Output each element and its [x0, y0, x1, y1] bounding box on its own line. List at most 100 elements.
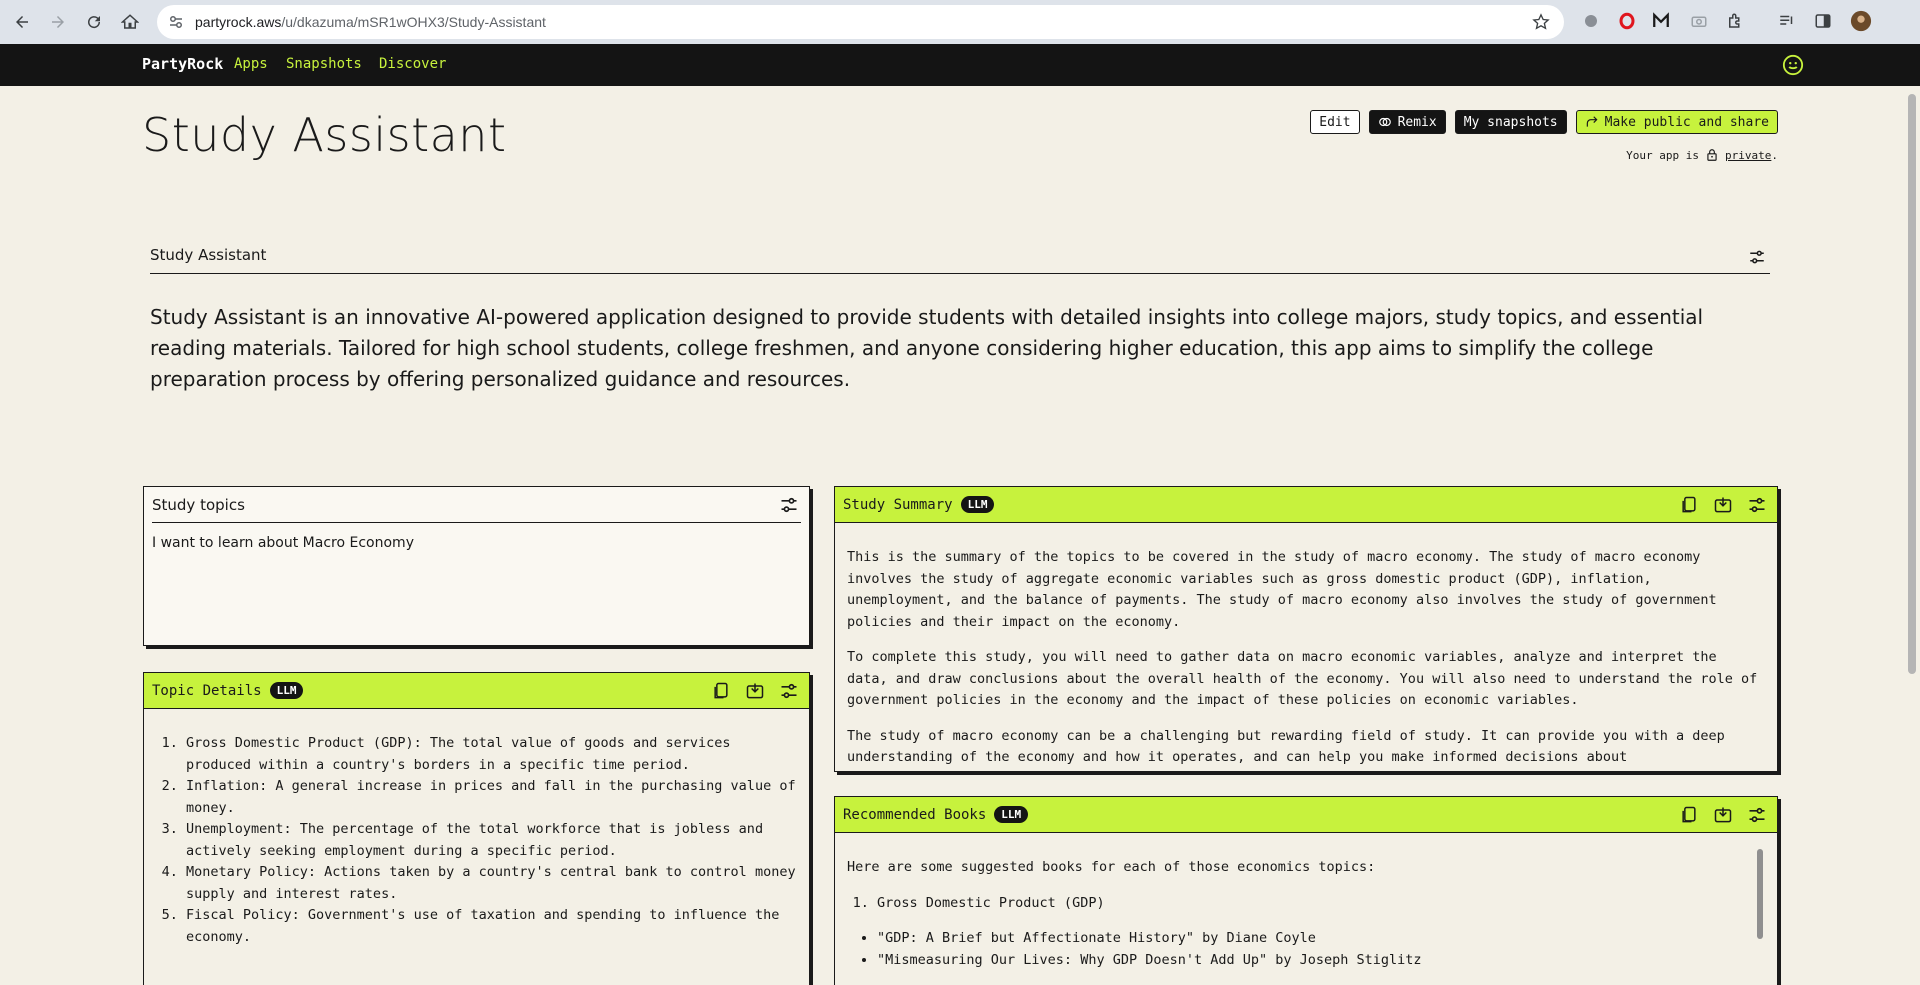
edit-button[interactable]: Edit [1310, 110, 1360, 134]
opera-icon [1619, 12, 1635, 30]
lock-icon [1707, 149, 1717, 161]
books-topic-list: Gross Domestic Product (GDP) [877, 893, 1765, 915]
extension-icon-2[interactable] [1616, 10, 1638, 32]
page-title: Study Assistant [142, 108, 507, 162]
edit-button-label: Edit [1319, 114, 1351, 130]
media-button[interactable] [1776, 10, 1798, 32]
avatar-icon [1850, 10, 1872, 32]
settings-sliders-icon[interactable] [1747, 495, 1767, 515]
books-intro: Here are some suggested books for each o… [847, 859, 1376, 875]
book-item: "GDP: A Brief but Affectionate History" … [877, 928, 1765, 950]
extension-icon-3[interactable] [1650, 10, 1672, 32]
header-divider [152, 522, 801, 523]
widget-scrollbar[interactable] [1757, 849, 1763, 939]
snapshots-button-label: My snapshots [1463, 114, 1558, 130]
summary-paragraph: The study of macro economy can be a chal… [847, 727, 1725, 766]
remix-button-label: Remix [1397, 114, 1437, 130]
remix-button[interactable]: Remix [1368, 110, 1446, 134]
share-arrow-icon [1586, 116, 1598, 127]
topic-list: Gross Domestic Product (GDP): The total … [186, 733, 797, 948]
recommended-books-output: Here are some suggested books for each o… [835, 833, 1777, 983]
reload-button[interactable] [76, 4, 112, 40]
recommended-books-header: Recommended Books LLM [835, 797, 1777, 833]
extension-icon-4[interactable] [1688, 10, 1710, 32]
privacy-suffix: . [1771, 148, 1778, 162]
arrow-left-icon [16, 16, 28, 28]
settings-sliders-icon[interactable] [779, 495, 799, 515]
privacy-prefix: Your app is [1626, 148, 1700, 162]
privacy-link[interactable]: private [1725, 149, 1771, 162]
summary-paragraph: To complete this study, you will need to… [847, 649, 1758, 708]
site-info-icon[interactable] [167, 13, 185, 31]
my-snapshots-button[interactable]: My snapshots [1454, 110, 1567, 134]
list-item: Monetary Policy: Actions taken by a coun… [186, 862, 797, 905]
settings-sliders-icon[interactable] [779, 681, 799, 701]
study-topics-header: Study topics [144, 487, 809, 523]
url-text: partyrock.aws/u/dkazuma/mSR1wOHX3/Study-… [195, 14, 546, 30]
books-list: "GDP: A Brief but Affectionate History" … [877, 928, 1765, 971]
description-widget-header: Study Assistant [150, 244, 1770, 274]
privacy-status: Your app is private. [1626, 148, 1778, 162]
page-scrollbar-thumb[interactable] [1908, 94, 1916, 674]
study-summary-label: Study Summary [843, 496, 953, 513]
puzzle-gray-icon [1585, 15, 1597, 27]
description-label: Study Assistant [150, 246, 267, 264]
export-icon[interactable] [1713, 495, 1733, 515]
home-icon [121, 14, 139, 29]
study-topics-label: Study topics [152, 496, 245, 514]
nav-link-apps[interactable]: Apps [234, 56, 268, 72]
remix-icon [1378, 117, 1391, 127]
topic-details-header: Topic Details LLM [144, 673, 809, 709]
topic-details-tools [711, 681, 799, 701]
nav-link-snapshots[interactable]: Snapshots [286, 56, 362, 72]
m-logo-icon [1653, 12, 1669, 27]
copy-icon[interactable] [1679, 495, 1699, 515]
puzzle-icon [1729, 13, 1740, 28]
back-button[interactable] [4, 4, 40, 40]
settings-sliders-icon[interactable] [1748, 248, 1766, 266]
study-topics-widget: Study topics I want to learn about Macro… [143, 486, 810, 646]
extensions-button[interactable] [1724, 10, 1746, 32]
study-summary-output: This is the summary of the topics to be … [835, 523, 1777, 769]
sidepanel-button[interactable] [1812, 10, 1834, 32]
nav-link-discover[interactable]: Discover [379, 56, 446, 72]
playlist-icon [1780, 15, 1793, 25]
copy-icon[interactable] [711, 681, 731, 701]
summary-paragraph: This is the summary of the topics to be … [847, 549, 1717, 630]
export-icon[interactable] [1713, 805, 1733, 825]
recommended-books-tools [1679, 805, 1767, 825]
settings-sliders-icon[interactable] [1747, 805, 1767, 825]
home-button[interactable] [112, 4, 148, 40]
topic-details-label: Topic Details [152, 682, 262, 699]
page-scrollbar[interactable] [1904, 86, 1920, 985]
camera-icon [1691, 16, 1707, 27]
list-item: Gross Domestic Product (GDP) [877, 893, 1765, 915]
brand-logo[interactable]: PartyRock [142, 55, 223, 73]
url-host: partyrock.aws [195, 14, 282, 30]
recommended-books-widget: Recommended Books LLM Here are some sugg… [834, 796, 1778, 985]
profile-avatar[interactable] [1850, 10, 1872, 32]
llm-badge: LLM [960, 496, 995, 513]
export-icon[interactable] [745, 681, 765, 701]
bookmark-star-icon[interactable] [1532, 13, 1550, 31]
list-item: Fiscal Policy: Government's use of taxat… [186, 905, 797, 948]
url-path: /u/dkazuma/mSR1wOHX3/Study-Assistant [281, 14, 546, 30]
study-summary-widget: Study Summary LLM This is the summary of… [834, 486, 1778, 772]
study-summary-header: Study Summary LLM [835, 487, 1777, 523]
address-bar[interactable]: partyrock.aws/u/dkazuma/mSR1wOHX3/Study-… [157, 5, 1564, 39]
study-topics-input[interactable]: I want to learn about Macro Economy [144, 523, 809, 563]
llm-badge: LLM [994, 806, 1029, 823]
make-public-button[interactable]: Make public and share [1575, 110, 1778, 134]
recommended-books-label: Recommended Books [843, 806, 987, 823]
browser-toolbar: partyrock.aws/u/dkazuma/mSR1wOHX3/Study-… [0, 0, 1920, 44]
list-item: Unemployment: The percentage of the tota… [186, 819, 797, 862]
description-text: Study Assistant is an innovative AI-powe… [150, 305, 1704, 391]
app-navbar: PartyRock Apps Snapshots Discover [0, 44, 1920, 86]
topic-details-output: Gross Domestic Product (GDP): The total … [144, 709, 809, 960]
forward-button[interactable] [40, 4, 76, 40]
extension-icon-1[interactable] [1580, 10, 1602, 32]
app-actions: Edit Remix My snapshots Make public and … [1310, 110, 1778, 134]
copy-icon[interactable] [1679, 805, 1699, 825]
user-smiley-icon[interactable] [1782, 54, 1804, 76]
arrow-right-icon [52, 16, 64, 28]
